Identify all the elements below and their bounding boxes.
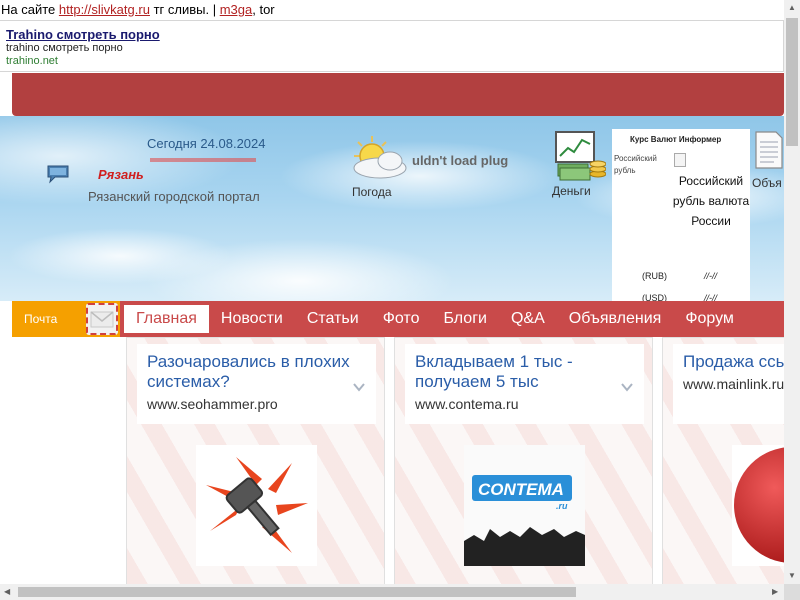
document-icon[interactable] <box>754 130 784 170</box>
ad-title-link[interactable]: Trahino смотреть порно <box>6 27 777 42</box>
hammer-logo-icon <box>206 457 308 553</box>
currency-value: //-// <box>704 271 717 281</box>
ads-link[interactable]: Объя <box>752 176 782 190</box>
informer-title: Курс Валют Информер <box>630 135 722 144</box>
main-nav: Почта Главная Новости Статьи Фото Блоги … <box>12 301 784 337</box>
city-name[interactable]: Рязань <box>98 167 144 182</box>
mail-button[interactable]: Почта <box>12 301 120 337</box>
text-ad[interactable]: Trahino смотреть порно trahino смотреть … <box>0 20 784 72</box>
ad-card-image[interactable] <box>732 445 784 566</box>
chevron-down-icon[interactable] <box>620 380 634 394</box>
current-date: Сегодня 24.08.2024 <box>147 136 266 151</box>
ad-card-text: Продажа ссылок кризис www.mainlink.ru <box>673 344 784 424</box>
broken-image-icon <box>674 153 686 167</box>
weather-sun-cloud-icon[interactable] <box>350 132 410 180</box>
logo-decoration <box>150 158 256 162</box>
ad-card-url[interactable]: www.seohammer.pro <box>147 396 366 412</box>
envelope-icon[interactable] <box>86 303 118 335</box>
nav-articles[interactable]: Статьи <box>295 305 371 333</box>
ad-card-title[interactable]: Разочаровались в плохих системах? <box>147 352 357 392</box>
contema-logo-text: CONTEMA <box>478 480 564 499</box>
ad-card[interactable]: Вкладываем 1 тыс - получаем 5 тыс www.co… <box>394 337 653 585</box>
ad-card-url[interactable]: www.mainlink.ru <box>683 376 784 392</box>
horizontal-scroll-thumb[interactable] <box>18 587 576 597</box>
informer-image-alt: Российский рубль валюта России <box>672 174 750 228</box>
nav-photo[interactable]: Фото <box>371 305 432 333</box>
announcement-mid: тг сливы. | <box>153 2 217 17</box>
plugin-error-text: uldn't load plug <box>412 153 509 168</box>
ad-url[interactable]: trahino.net <box>6 55 777 68</box>
announcement-suffix: , tor <box>252 2 275 17</box>
mail-label: Почта <box>24 312 58 326</box>
site-header: Сегодня 24.08.2024 Рязань Рязанский горо… <box>0 116 784 303</box>
scroll-down-arrow-icon[interactable]: ▼ <box>788 572 796 580</box>
money-chart-icon[interactable] <box>554 130 606 182</box>
nav-forum[interactable]: Форум <box>673 305 746 333</box>
scroll-up-arrow-icon[interactable]: ▲ <box>788 4 796 12</box>
money-link[interactable]: Деньги <box>552 184 591 198</box>
portal-tagline: Рязанский городской портал <box>88 189 260 204</box>
announcement-link-m3ga[interactable]: m3ga <box>220 2 253 17</box>
announcement-prefix: На сайте <box>1 2 56 17</box>
scroll-left-arrow-icon[interactable]: ◀ <box>4 588 10 596</box>
ad-card-image[interactable] <box>196 445 317 566</box>
speech-bubble-icon <box>47 165 69 184</box>
ad-card-url[interactable]: www.contema.ru <box>415 396 634 412</box>
ad-card[interactable]: Продажа ссылок кризис www.mainlink.ru <box>662 337 784 585</box>
currency-informer: Курс Валют Информер Российский рубль Рос… <box>612 129 750 303</box>
ad-card-text: Вкладываем 1 тыс - получаем 5 тыс www.co… <box>405 344 644 424</box>
red-ball-icon <box>734 447 784 563</box>
ad-cards-area: Разочаровались в плохих системах? www.se… <box>0 337 784 585</box>
ad-card-text: Разочаровались в плохих системах? www.se… <box>137 344 376 424</box>
nav-home[interactable]: Главная <box>124 305 209 333</box>
scroll-right-arrow-icon[interactable]: ▶ <box>772 588 778 596</box>
ad-card-title[interactable]: Вкладываем 1 тыс - получаем 5 тыс <box>415 352 625 392</box>
ad-card[interactable]: Разочаровались в плохих системах? www.se… <box>126 337 385 585</box>
weather-link[interactable]: Погода <box>352 185 392 199</box>
informer-currency-name: Российский рубль <box>614 154 657 175</box>
announcement-link-slivkatg[interactable]: http://slivkatg.ru <box>59 2 150 17</box>
vertical-scroll-thumb[interactable] <box>786 18 798 146</box>
ad-description: trahino смотреть порно <box>6 42 123 54</box>
ad-card-title[interactable]: Продажа ссылок кризис <box>683 352 784 372</box>
currency-code: (RUB) <box>642 271 667 281</box>
nav-classifieds[interactable]: Объявления <box>557 305 674 333</box>
contema-logo-suffix: .ru <box>556 501 568 511</box>
chevron-down-icon[interactable] <box>352 380 366 394</box>
top-announcement: На сайте http://slivkatg.ru тг сливы. | … <box>0 0 784 20</box>
nav-qa[interactable]: Q&A <box>499 305 557 333</box>
vertical-scrollbar[interactable]: ▲ ▼ <box>784 0 800 584</box>
ad-card-image[interactable]: CONTEMA .ru <box>464 445 585 566</box>
contema-logo: CONTEMA .ru <box>464 445 585 566</box>
top-red-bar <box>12 73 784 116</box>
scrollbar-corner <box>784 584 800 600</box>
nav-news[interactable]: Новости <box>209 305 295 333</box>
nav-blogs[interactable]: Блоги <box>431 305 499 333</box>
horizontal-scrollbar[interactable]: ◀ ▶ <box>0 584 784 600</box>
